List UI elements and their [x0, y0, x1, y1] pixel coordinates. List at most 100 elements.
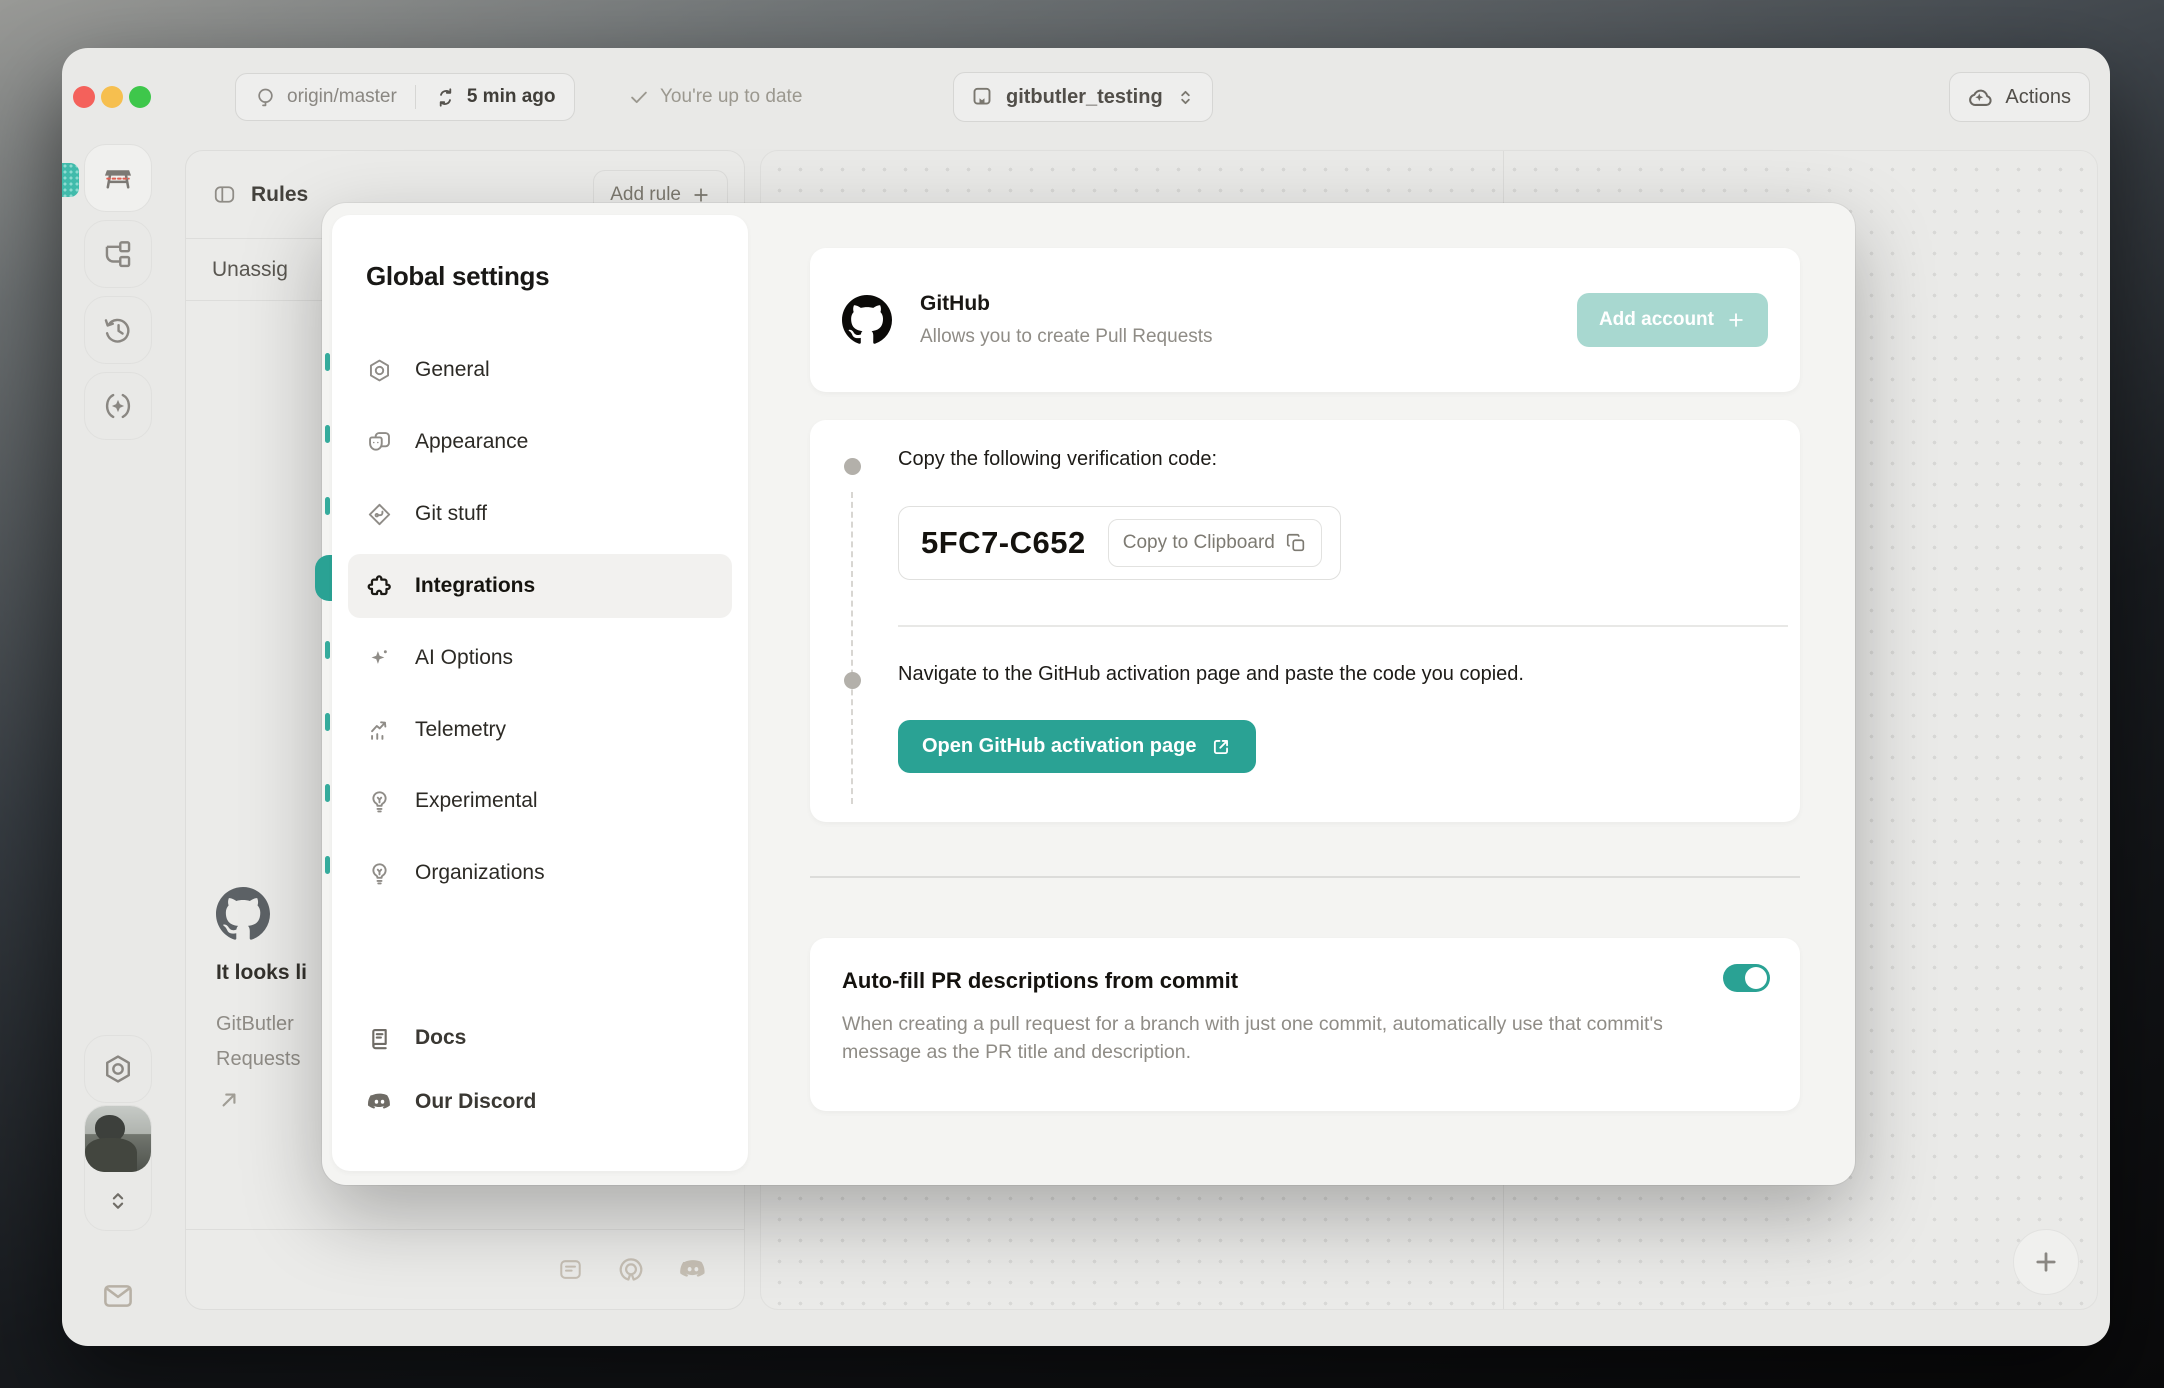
actions-button[interactable]: Actions — [1949, 72, 2090, 122]
add-account-button[interactable]: Add account — [1577, 293, 1768, 347]
book-icon — [366, 1025, 393, 1052]
check-icon — [628, 86, 650, 108]
nav-label: Organizations — [415, 861, 545, 885]
nav-item-docs[interactable]: Docs — [348, 1009, 732, 1067]
branches-icon — [101, 237, 135, 271]
ai-sparkle-icon — [366, 645, 393, 672]
nav-label: Telemetry — [415, 718, 506, 742]
section-divider — [810, 876, 1800, 878]
discord-icon[interactable] — [678, 1255, 708, 1285]
workbench-icon — [100, 160, 136, 196]
verification-code-box: 5FC7-C652 Copy to Clipboard — [898, 506, 1341, 580]
nav-label: Appearance — [415, 430, 528, 454]
step-dot — [844, 458, 861, 475]
nav-label: Integrations — [415, 574, 535, 598]
assistant-sparkle-icon — [101, 389, 135, 423]
nav-item-integrations[interactable]: Integrations — [348, 554, 732, 618]
fetched-time-label: 5 min ago — [467, 86, 556, 108]
select-chevrons-icon — [1175, 87, 1196, 108]
rail-settings-button[interactable] — [84, 1035, 152, 1103]
traffic-light-zoom[interactable] — [129, 86, 151, 108]
rules-title: Rules — [251, 183, 308, 207]
remote-branch-icon — [254, 86, 277, 109]
uptodate-status: You're up to date — [628, 73, 802, 121]
rail-branches-button[interactable] — [84, 220, 152, 288]
gear-icon — [366, 357, 393, 384]
select-chevrons-icon — [85, 1172, 151, 1230]
remote-branch-label: origin/master — [287, 86, 397, 108]
uptodate-label: You're up to date — [660, 86, 802, 108]
actions-cloud-sparkle-icon — [1968, 84, 1995, 111]
github-octocat-icon — [842, 295, 892, 345]
toggle-knob — [1745, 967, 1767, 989]
panel-footer — [186, 1229, 744, 1309]
github-integration-card: GitHub Allows you to create Pull Request… — [810, 248, 1800, 392]
rail-history-button[interactable] — [84, 296, 152, 364]
rules-icon — [212, 182, 237, 207]
remote-status-button[interactable]: origin/master 5 min ago — [235, 73, 575, 121]
copy-to-clipboard-button[interactable]: Copy to Clipboard — [1108, 519, 1322, 567]
actions-label: Actions — [2005, 86, 2071, 109]
nav-item-git-stuff[interactable]: Git stuff — [348, 482, 732, 546]
theater-mask-icon — [366, 429, 393, 456]
project-selector[interactable]: gitbutler_testing — [953, 72, 1213, 122]
divider — [415, 85, 416, 109]
github-auth-card: Copy the following verification code: 5F… — [810, 420, 1800, 822]
section-tick — [325, 425, 330, 443]
plus-icon — [691, 185, 711, 205]
unassigned-title: Unassig — [212, 258, 288, 282]
nav-label: Docs — [415, 1026, 466, 1050]
nav-label: Experimental — [415, 789, 538, 813]
git-diamond-icon — [366, 501, 393, 528]
add-account-label: Add account — [1599, 309, 1714, 331]
nav-item-organizations[interactable]: Organizations — [348, 841, 732, 905]
autofill-toggle[interactable] — [1723, 964, 1770, 992]
auth-step2-text: Navigate to the GitHub activation page a… — [898, 663, 1524, 686]
section-tick — [325, 353, 330, 371]
puzzle-icon — [366, 573, 393, 600]
avatar — [85, 1106, 151, 1172]
discord-icon — [366, 1089, 393, 1116]
feedback-mail-button[interactable] — [92, 1270, 144, 1322]
rail-workspace-button[interactable] — [84, 144, 152, 212]
open-source-icon[interactable] — [616, 1255, 646, 1285]
screen: origin/master 5 min ago You're up to dat… — [0, 0, 2164, 1388]
gear-icon — [101, 1052, 135, 1086]
nav-item-discord[interactable]: Our Discord — [348, 1073, 732, 1131]
github-card-subtitle: Allows you to create Pull Requests — [920, 326, 1213, 348]
nav-label: Git stuff — [415, 502, 487, 526]
section-tick — [325, 784, 330, 802]
user-menu[interactable] — [84, 1105, 152, 1231]
autofill-title: Auto-fill PR descriptions from commit — [842, 968, 1768, 994]
mail-icon — [100, 1278, 136, 1314]
section-tick — [325, 497, 330, 515]
lightbulb-icon — [366, 860, 393, 887]
step-dot — [844, 672, 861, 689]
chart-icon — [366, 717, 393, 744]
nav-item-general[interactable]: General — [348, 338, 732, 402]
open-github-activation-button[interactable]: Open GitHub activation page — [898, 720, 1256, 773]
history-icon — [101, 313, 135, 347]
rail-assistant-button[interactable] — [84, 372, 152, 440]
step-connector — [851, 492, 853, 804]
external-link-icon — [1210, 736, 1232, 758]
notes-icon[interactable] — [557, 1256, 584, 1283]
settings-nav: Global settings General Appearance — [332, 215, 748, 1171]
copy-icon — [1285, 532, 1307, 554]
settings-title: Global settings — [366, 261, 549, 292]
add-lane-button[interactable] — [2013, 1229, 2079, 1295]
section-tick — [325, 641, 330, 659]
nav-label: Our Discord — [415, 1090, 536, 1114]
lightbulb-icon — [366, 788, 393, 815]
nav-item-appearance[interactable]: Appearance — [348, 410, 732, 474]
app-window: origin/master 5 min ago You're up to dat… — [62, 48, 2110, 1346]
nav-item-experimental[interactable]: Experimental — [348, 769, 732, 833]
copy-label: Copy to Clipboard — [1123, 532, 1275, 554]
traffic-light-minimize[interactable] — [101, 86, 123, 108]
card-divider — [898, 625, 1788, 627]
nav-label: General — [415, 358, 490, 382]
nav-item-ai-options[interactable]: AI Options — [348, 626, 732, 690]
drawer-handle[interactable] — [62, 163, 79, 197]
nav-item-telemetry[interactable]: Telemetry — [348, 698, 732, 762]
traffic-light-close[interactable] — [73, 86, 95, 108]
